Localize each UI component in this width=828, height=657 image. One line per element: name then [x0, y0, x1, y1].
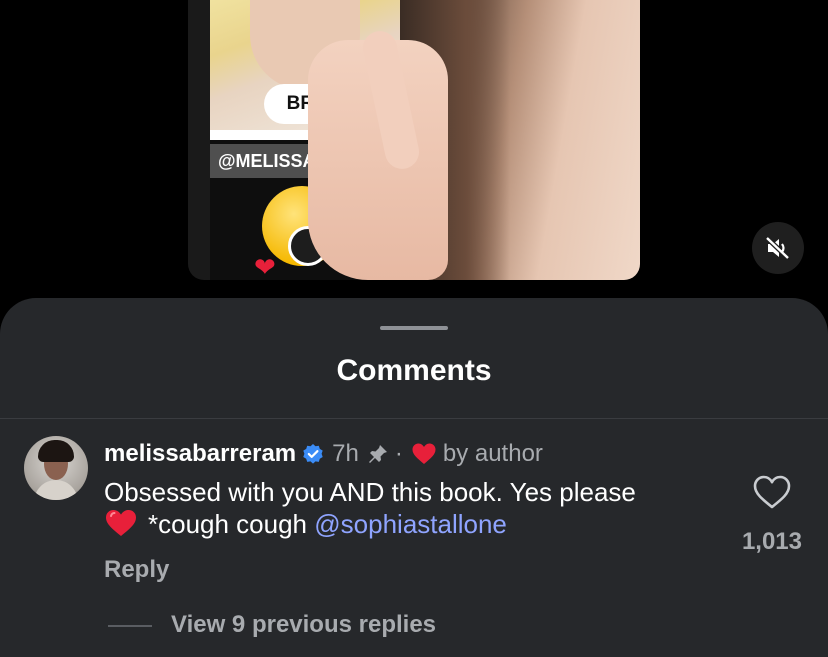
- heart-icon: [412, 443, 436, 464]
- comment-username[interactable]: melissabarreram: [104, 440, 296, 468]
- verified-badge-icon: [303, 444, 323, 464]
- comment-text: Obsessed with you AND this book. Yes ple…: [104, 476, 714, 540]
- comment-meta: melissabarreram 7h · by author: [104, 438, 543, 470]
- mute-button[interactable]: [752, 222, 804, 274]
- separator-dot: ·: [394, 440, 403, 467]
- pin-icon: [368, 445, 387, 463]
- sheet-grabber[interactable]: [380, 326, 448, 330]
- view-replies-button[interactable]: View 9 previous replies: [171, 611, 436, 639]
- sheet-title: Comments: [336, 354, 492, 387]
- speaker-muted-icon: [765, 236, 790, 260]
- video-preview[interactable]: BRI @MELISSABARRE ❤: [188, 0, 640, 280]
- like-heart-icon[interactable]: [752, 474, 792, 510]
- comment-line-1: Obsessed with you AND this book. Yes ple…: [104, 477, 636, 507]
- avatar[interactable]: [24, 436, 88, 500]
- comments-sheet: Comments melissabarreram 7h · by author …: [0, 298, 828, 657]
- comment-line-2: *cough cough: [148, 509, 308, 539]
- reply-button[interactable]: Reply: [104, 556, 169, 584]
- replies-divider: [108, 625, 152, 627]
- divider: [0, 418, 828, 419]
- comment-time: 7h: [332, 440, 359, 467]
- red-heart-emoji-icon: [106, 510, 136, 536]
- liked-by-author-label: by author: [442, 440, 543, 467]
- heart-emoji-icon: ❤: [254, 252, 276, 280]
- like-count: 1,013: [741, 528, 802, 555]
- mention-link[interactable]: @sophiastallone: [314, 509, 507, 539]
